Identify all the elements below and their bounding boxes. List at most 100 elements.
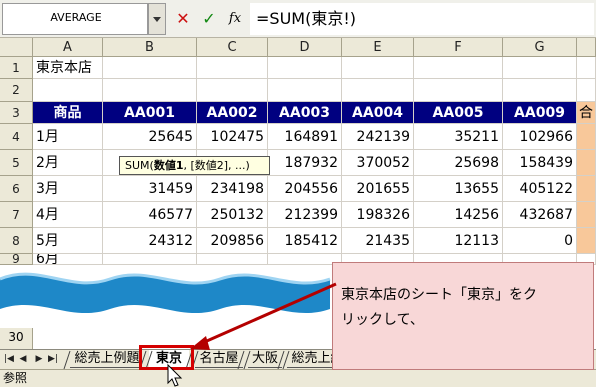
cell[interactable]: 13655 [414, 176, 503, 202]
cell[interactable] [577, 79, 596, 102]
cell[interactable] [577, 124, 596, 150]
cell[interactable] [197, 57, 268, 79]
cell[interactable]: 209856 [197, 228, 268, 254]
cell[interactable] [103, 254, 197, 265]
cell[interactable]: AA005 [414, 102, 503, 124]
cell[interactable]: 102966 [503, 124, 577, 150]
cell[interactable]: 405122 [503, 176, 577, 202]
cell[interactable]: 5月 [33, 228, 103, 254]
column-header[interactable]: G [503, 38, 577, 57]
row-header[interactable]: 8 [0, 228, 33, 254]
row-header[interactable]: 4 [0, 124, 33, 150]
row-header[interactable]: 7 [0, 202, 33, 228]
cell[interactable]: 201655 [342, 176, 414, 202]
cell[interactable] [577, 150, 596, 176]
cell[interactable]: 212399 [268, 202, 342, 228]
function-tooltip: SUM(数値1, [数値2], ...) [119, 156, 270, 175]
cell[interactable] [268, 79, 342, 102]
cell[interactable]: 合 [577, 102, 596, 124]
last-sheet-icon[interactable]: ▶| [46, 352, 60, 367]
cell[interactable] [503, 57, 577, 79]
cell[interactable] [577, 202, 596, 228]
row-header[interactable]: 30 [0, 328, 33, 346]
cell[interactable] [577, 176, 596, 202]
select-all-corner[interactable] [0, 38, 33, 57]
column-header[interactable]: A [33, 38, 103, 57]
column-header[interactable]: E [342, 38, 414, 57]
cell[interactable]: 250132 [197, 202, 268, 228]
cell[interactable]: 4月 [33, 202, 103, 228]
row-header[interactable]: 1 [0, 57, 33, 79]
cell[interactable] [342, 79, 414, 102]
cell[interactable]: 164891 [268, 124, 342, 150]
cell[interactable]: 31459 [103, 176, 197, 202]
column-header[interactable]: F [414, 38, 503, 57]
cell[interactable]: 商品 [33, 102, 103, 124]
cell[interactable]: AA003 [268, 102, 342, 124]
cell[interactable]: 370052 [342, 150, 414, 176]
cell[interactable]: 2月 [33, 150, 103, 176]
row-header[interactable]: 6 [0, 176, 33, 202]
name-box-dropdown-icon[interactable] [148, 3, 166, 35]
cell[interactable]: 24312 [103, 228, 197, 254]
cell[interactable]: 12113 [414, 228, 503, 254]
cell[interactable]: 3月 [33, 176, 103, 202]
name-box[interactable]: AVERAGE [2, 3, 148, 35]
row-header[interactable]: 2 [0, 79, 33, 102]
callout-line-2: リックして、 [341, 312, 424, 328]
cell[interactable]: 35211 [414, 124, 503, 150]
cell[interactable] [197, 79, 268, 102]
cell[interactable]: 158439 [503, 150, 577, 176]
enter-icon[interactable]: ✓ [198, 8, 220, 30]
cell[interactable]: 204556 [268, 176, 342, 202]
cell[interactable]: 432687 [503, 202, 577, 228]
insert-function-icon[interactable]: fx [224, 8, 246, 30]
mouse-cursor-icon [167, 364, 183, 387]
cell[interactable] [103, 57, 197, 79]
column-header-partial[interactable] [577, 38, 596, 57]
cell[interactable]: 185412 [268, 228, 342, 254]
cell[interactable]: AA002 [197, 102, 268, 124]
tooltip-active-arg: 数値1 [153, 159, 184, 172]
cell[interactable]: 234198 [197, 176, 268, 202]
row-header[interactable]: 5 [0, 150, 33, 176]
cell[interactable] [268, 57, 342, 79]
cell[interactable] [268, 254, 342, 265]
next-sheet-icon[interactable]: ▶ [32, 352, 46, 367]
cell[interactable] [503, 79, 577, 102]
column-header[interactable]: C [197, 38, 268, 57]
cell[interactable]: 東京本店 [33, 57, 103, 79]
cell[interactable]: 46577 [103, 202, 197, 228]
cell[interactable]: 25645 [103, 124, 197, 150]
cell[interactable]: 25698 [414, 150, 503, 176]
row-header[interactable]: 9 [0, 253, 33, 265]
cell[interactable]: AA004 [342, 102, 414, 124]
cell[interactable]: 21435 [342, 228, 414, 254]
cell[interactable]: 242139 [342, 124, 414, 150]
formula-input[interactable]: =SUM(東京!) [250, 3, 594, 35]
cell[interactable] [577, 228, 596, 254]
cell[interactable] [342, 57, 414, 79]
cell[interactable]: 198326 [342, 202, 414, 228]
callout-line-1: 東京本店のシート「東京」をク [341, 287, 537, 303]
cell[interactable] [103, 79, 197, 102]
cell[interactable] [577, 57, 596, 79]
cell[interactable]: AA001 [103, 102, 197, 124]
row-header[interactable]: 3 [0, 102, 33, 124]
cell[interactable]: 1月 [33, 124, 103, 150]
cell[interactable]: 6月 [33, 254, 103, 265]
cell[interactable]: 14256 [414, 202, 503, 228]
cell[interactable] [414, 57, 503, 79]
cell[interactable] [414, 79, 503, 102]
cell[interactable] [197, 254, 268, 265]
cell[interactable] [33, 79, 103, 102]
column-header[interactable]: D [268, 38, 342, 57]
cell[interactable]: 102475 [197, 124, 268, 150]
column-header[interactable]: B [103, 38, 197, 57]
cell[interactable]: 187932 [268, 150, 342, 176]
cancel-icon[interactable]: ✕ [172, 8, 194, 30]
cell[interactable]: AA009 [503, 102, 577, 124]
first-sheet-icon[interactable]: |◀ [2, 352, 16, 367]
prev-sheet-icon[interactable]: ◀ [16, 352, 30, 367]
cell[interactable]: 0 [503, 228, 577, 254]
